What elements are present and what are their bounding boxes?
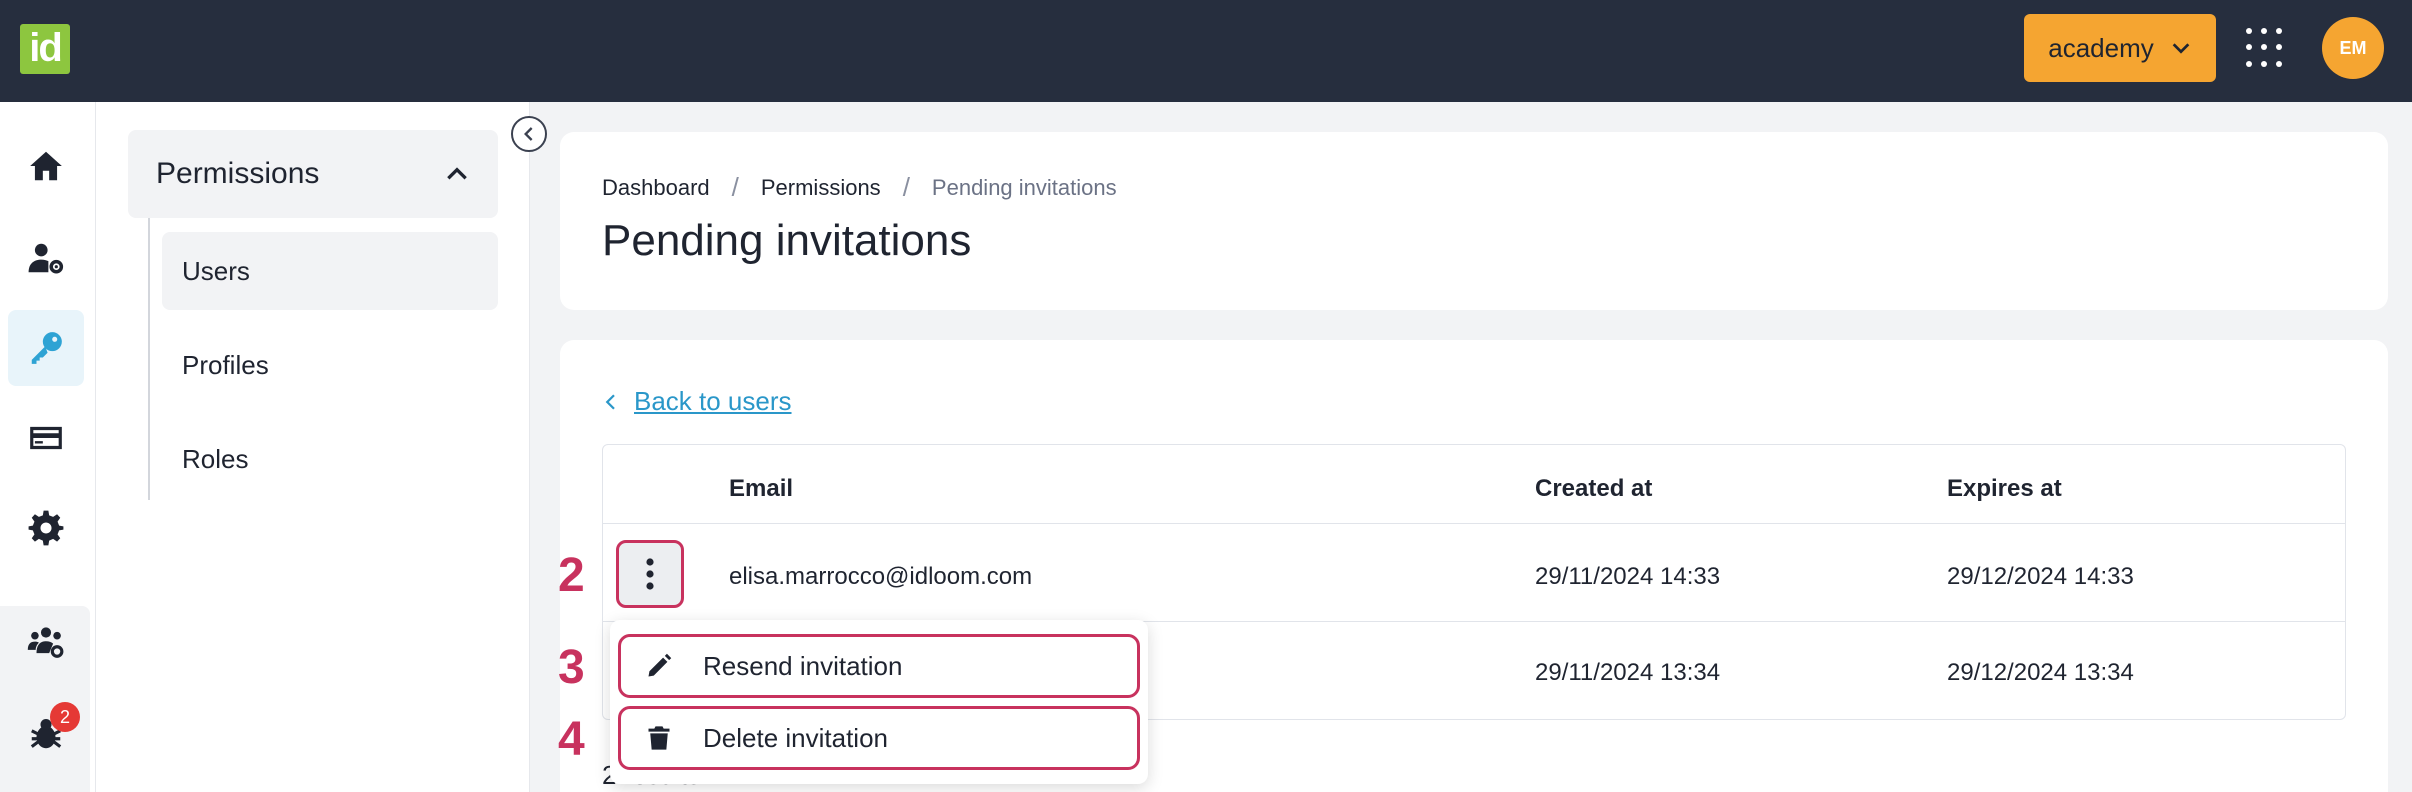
subnav-item-profiles[interactable]: Profiles [162,326,498,404]
cell-expires: 29/12/2024 13:34 [1947,659,2134,686]
user-settings-icon [28,243,64,274]
top-bar: id academy EM [0,0,2412,102]
breadcrumb: Dashboard / Permissions / Pending invita… [602,172,1117,203]
secondary-nav: Permissions Users Profiles Roles [96,102,530,792]
org-selector-label: academy [2048,32,2154,63]
gear-icon [28,510,64,546]
permissions-section-toggle[interactable]: Permissions [128,130,498,218]
rail-permissions[interactable] [8,310,84,386]
cell-email: elisa.marrocco@idloom.com [729,563,1033,590]
chevron-down-icon [2172,43,2190,54]
subnav-item-users[interactable]: Users [162,232,498,310]
breadcrumb-current: Pending invitations [931,174,1117,200]
delete-invitation-label: Delete invitation [703,722,888,753]
back-link-label: Back to users [634,386,792,416]
home-icon [30,151,62,181]
subnav-item-roles[interactable]: Roles [162,420,498,498]
collapse-sidebar-button[interactable] [511,116,547,152]
chevron-left-icon [524,127,533,141]
rail-home[interactable] [8,128,84,204]
breadcrumb-permissions[interactable]: Permissions [761,175,881,201]
rail-team[interactable] [8,604,84,680]
team-settings-icon [27,627,64,658]
resend-invitation-label: Resend invitation [703,650,903,681]
user-avatar[interactable]: EM [2322,17,2384,79]
nav-tree-line [148,218,150,500]
back-to-users-link[interactable]: Back to users [602,386,792,417]
org-selector-button[interactable]: academy [2024,14,2216,82]
step-number-2: 2 [558,549,585,602]
row-actions-menu: Resend invitation Delete invitation [610,620,1148,784]
app-logo[interactable]: id [20,24,70,74]
icon-rail: 2 [0,102,96,792]
delete-invitation-item[interactable]: Delete invitation [618,706,1140,770]
chevron-up-icon [447,167,467,180]
breadcrumb-dashboard[interactable]: Dashboard [602,175,710,201]
cell-created: 29/11/2024 13:34 [1535,659,1721,686]
row-divider [603,523,2345,524]
rail-bugs[interactable]: 2 [8,696,84,772]
column-header-expires[interactable]: Expires at [1947,475,2062,503]
rail-settings[interactable] [8,490,84,566]
page-title: Pending invitations [602,216,972,265]
column-header-email[interactable]: Email [729,475,793,503]
column-header-created[interactable]: Created at [1535,475,1652,503]
pencil-icon [648,653,672,677]
row-actions-button[interactable] [616,540,684,608]
bug-count-badge: 2 [50,702,80,732]
credit-card-icon [30,426,62,450]
chevron-left-icon [605,393,615,410]
step-number-4: 4 [558,713,585,766]
more-vertical-icon [646,558,654,590]
page-header-card: Dashboard / Permissions / Pending invita… [560,132,2388,310]
step-number-3: 3 [558,641,585,694]
rail-billing[interactable] [8,400,84,476]
resend-invitation-item[interactable]: Resend invitation [618,634,1140,698]
apps-grid-icon[interactable] [2246,28,2286,68]
key-icon [31,332,62,364]
cell-expires: 29/12/2024 14:33 [1947,563,2134,590]
rail-users[interactable] [8,220,84,296]
trash-icon [648,726,670,750]
breadcrumb-separator: / [902,172,910,202]
cell-created: 29/11/2024 14:33 [1535,563,1721,590]
section-title: Permissions [156,157,320,190]
breadcrumb-separator: / [731,172,739,202]
